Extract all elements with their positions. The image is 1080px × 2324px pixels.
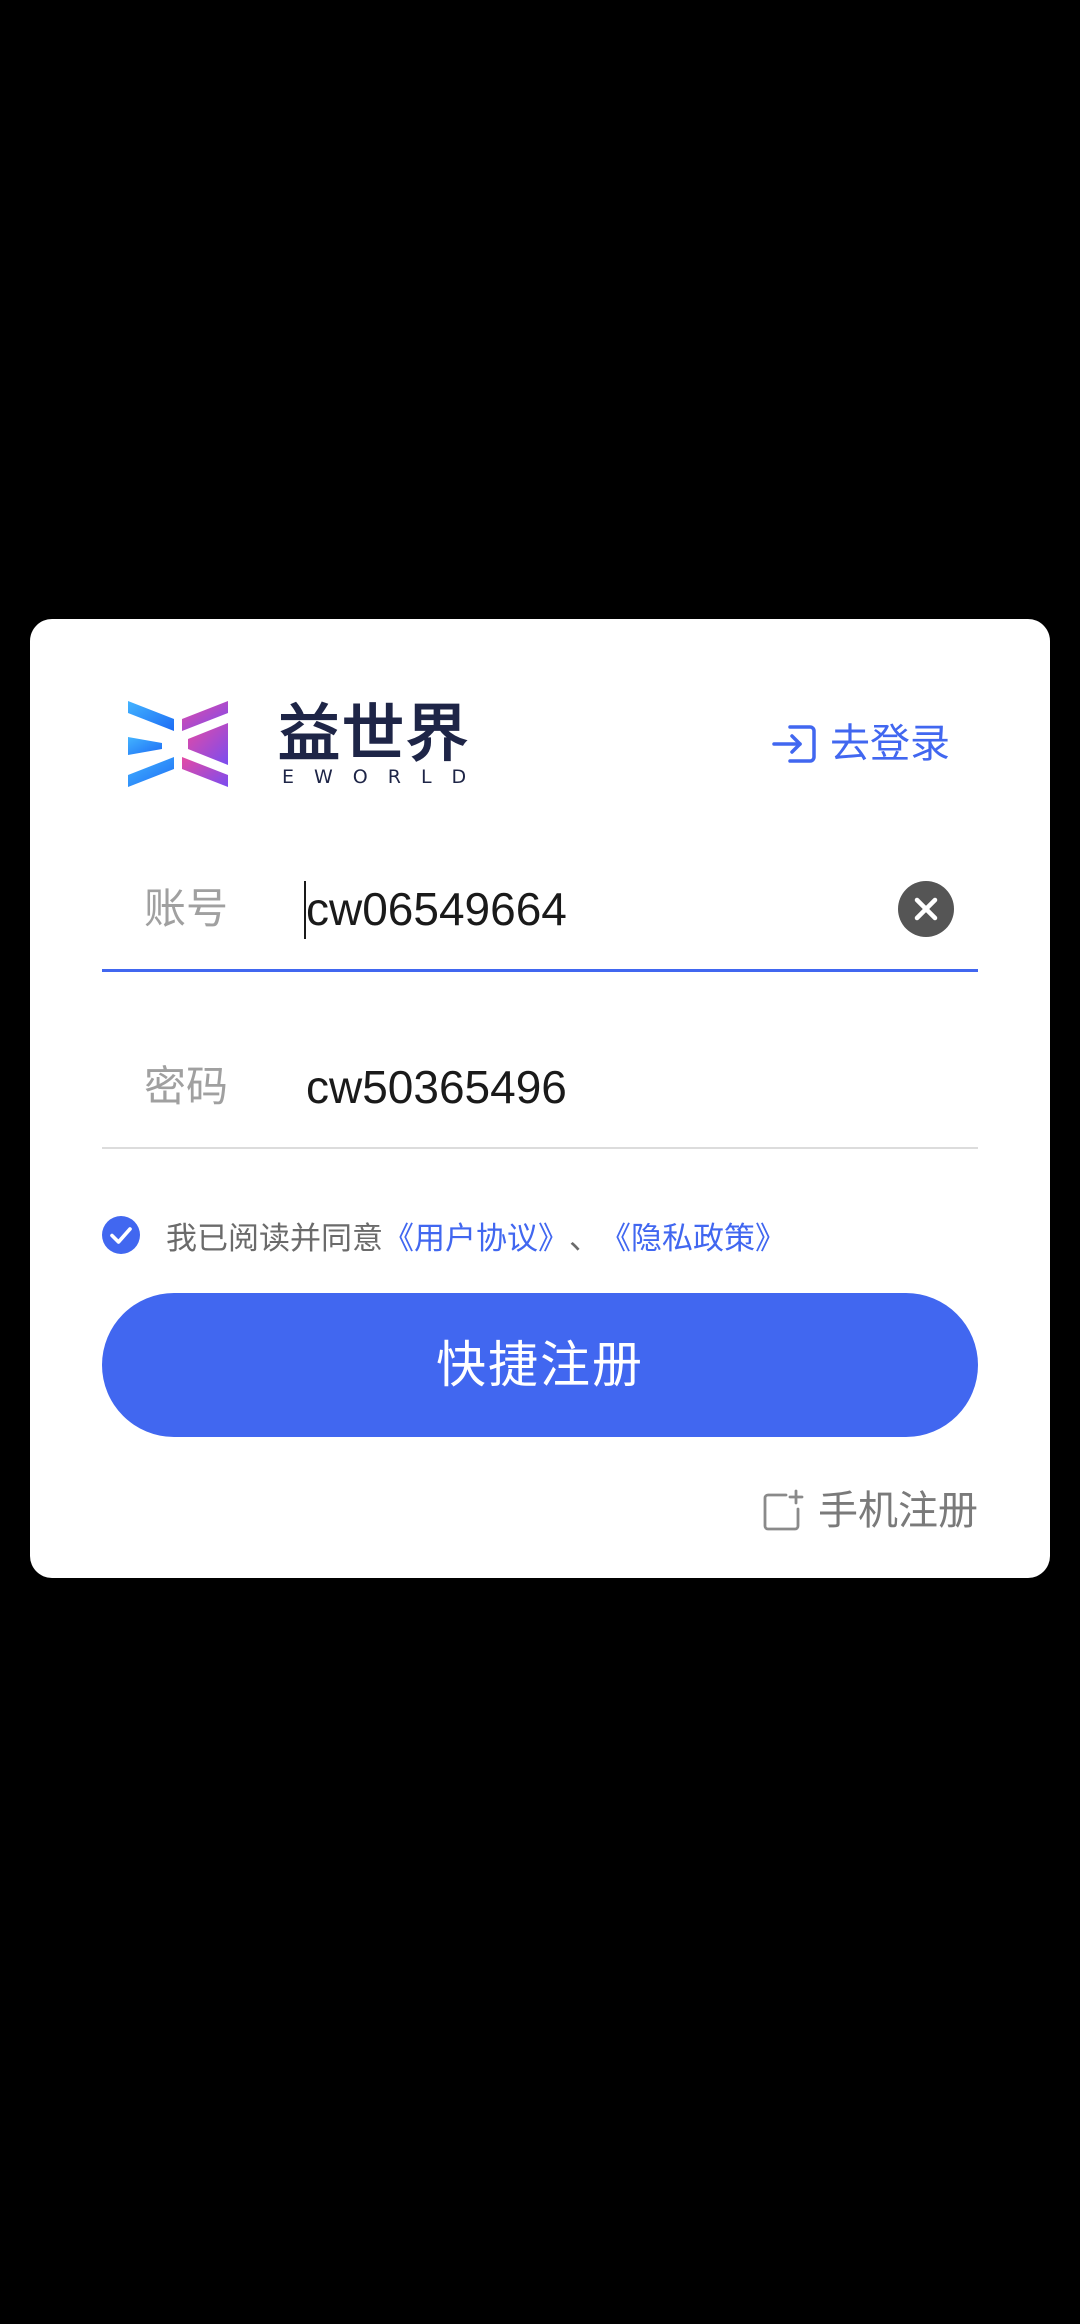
password-label: 密码 — [144, 1062, 229, 1111]
privacy-policy-link[interactable]: 《隐私政策》 — [600, 1213, 786, 1258]
agreement-row: 我已阅读并同意 《用户协议》 、 《隐私政策》 — [102, 1207, 786, 1263]
phone-register-label: 手机注册 — [818, 1488, 978, 1534]
account-label: 账号 — [144, 884, 229, 933]
password-input[interactable] — [306, 1059, 906, 1115]
phone-register-link[interactable]: 手机注册 — [760, 1483, 978, 1539]
quick-register-button[interactable]: 快捷注册 — [102, 1293, 978, 1437]
go-to-login-label: 去登录 — [830, 721, 950, 767]
account-input[interactable] — [306, 881, 906, 937]
agreement-separator: 、 — [569, 1220, 600, 1257]
user-agreement-link[interactable]: 《用户协议》 — [383, 1213, 569, 1258]
brand-logo: 益世界 EWORLD — [128, 699, 488, 809]
account-field: 账号 — [102, 851, 978, 972]
register-dialog: 益世界 EWORLD 去登录 账号 密码 — [30, 619, 1050, 1578]
add-square-icon — [763, 1489, 804, 1531]
go-to-login-link[interactable]: 去登录 — [770, 719, 950, 769]
agreement-prefix: 我已阅读并同意 — [166, 1220, 383, 1257]
clear-account-button[interactable] — [898, 881, 954, 937]
clear-icon — [914, 897, 938, 921]
screen: 益世界 EWORLD 去登录 账号 密码 — [0, 0, 1080, 2324]
eworld-logo-mark-icon — [128, 701, 228, 787]
login-arrow-icon — [772, 725, 816, 763]
brand-name-en: EWORLD — [282, 766, 487, 788]
brand-name-cn: 益世界 — [278, 697, 471, 770]
password-field: 密码 — [102, 1029, 978, 1149]
agreement-checkbox-icon[interactable] — [102, 1216, 140, 1254]
